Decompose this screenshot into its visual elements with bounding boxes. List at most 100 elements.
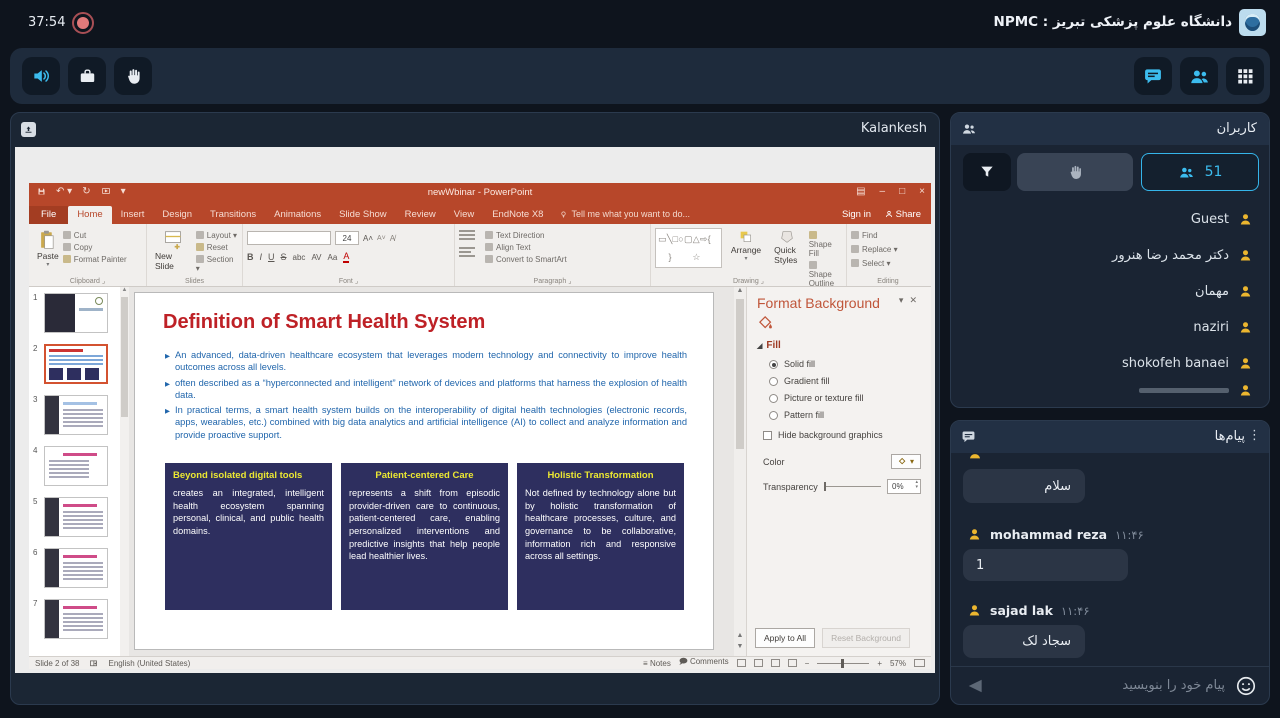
fill-section-header[interactable]: ◢Fill [757, 340, 921, 351]
slide-thumbnail-4[interactable]: 4 [33, 446, 127, 486]
slide-scrollbar[interactable]: ▲ ▲▼ [734, 287, 746, 656]
tab-endnote[interactable]: EndNote X8 [483, 206, 552, 224]
change-case-button[interactable]: Aa [328, 253, 338, 262]
list-buttons[interactable] [459, 230, 475, 240]
spellcheck-icon[interactable] [89, 659, 98, 668]
slide-thumbnail-7[interactable]: 7 [33, 599, 127, 639]
current-slide[interactable]: Definition of Smart Health System ▶An ad… [134, 292, 714, 650]
slide-thumbnail-6[interactable]: 6 [33, 548, 127, 588]
shape-fill-button[interactable]: Shape Fill [809, 231, 842, 258]
slide-thumbnail-1[interactable]: 1 [33, 293, 127, 333]
quick-styles-button[interactable]: Quick Styles [770, 228, 804, 266]
thumbnail-scrollbar[interactable]: ▲ [120, 287, 129, 656]
slide-thumbnail-3[interactable]: 3 [33, 395, 127, 435]
reset-button[interactable]: Reset [196, 243, 238, 252]
prev-next-slide-buttons[interactable]: ▲▼ [734, 631, 746, 652]
user-row[interactable]: naziri [951, 309, 1269, 345]
pattern-fill-option[interactable]: Pattern fill [769, 410, 921, 420]
find-button[interactable]: Find [851, 231, 925, 240]
chat-toggle-button[interactable] [1134, 57, 1172, 95]
message-input[interactable] [985, 678, 1235, 693]
color-picker-button[interactable]: ▾ [891, 454, 921, 469]
close-icon[interactable]: × [919, 186, 925, 197]
record-indicator[interactable] [72, 12, 94, 34]
user-row[interactable]: دکتر محمد رضا هنرور [951, 237, 1269, 273]
tab-design[interactable]: Design [153, 206, 201, 224]
users-toggle-button[interactable] [1180, 57, 1218, 95]
font-name-box[interactable] [247, 231, 331, 245]
scroll-thumb[interactable] [121, 297, 128, 417]
tab-file[interactable]: File [29, 206, 68, 224]
slide-sorter-icon[interactable] [754, 659, 763, 667]
format-painter-button[interactable]: Format Painter [63, 255, 127, 264]
solid-fill-option[interactable]: Solid fill [769, 359, 921, 369]
tab-slideshow[interactable]: Slide Show [330, 206, 396, 224]
font-size-box[interactable]: 24 [335, 231, 359, 245]
copy-button[interactable]: Copy [63, 243, 127, 252]
smartart-button[interactable]: Convert to SmartArt [485, 255, 567, 264]
files-button[interactable] [68, 57, 106, 95]
raise-hand-button[interactable] [114, 57, 152, 95]
zoom-out-icon[interactable]: − [805, 659, 810, 668]
language-indicator[interactable]: English (United States) [108, 659, 190, 668]
cut-button[interactable]: Cut [63, 231, 127, 240]
maximize-icon[interactable]: □ [899, 186, 905, 197]
user-row[interactable]: shokofeh banaei [951, 345, 1269, 381]
transparency-spinbox[interactable]: 0%▴▾ [887, 479, 921, 494]
comments-button[interactable]: 🗩 Comments [679, 656, 729, 670]
paragraph-dialog-launcher[interactable]: ⌟ [568, 278, 571, 285]
share-button[interactable]: Share [885, 209, 921, 220]
tab-review[interactable]: Review [396, 206, 445, 224]
minimize-icon[interactable]: – [880, 186, 886, 197]
slideshow-view-icon[interactable] [788, 659, 797, 667]
replace-button[interactable]: Replace ▾ [851, 245, 925, 254]
tab-animations[interactable]: Animations [265, 206, 330, 224]
clear-formatting-icon[interactable]: A̸ [390, 234, 395, 243]
apply-to-all-button[interactable]: Apply to All [755, 628, 815, 648]
ribbon-options-icon[interactable]: ▤ [856, 186, 865, 197]
text-shadow-button[interactable]: abc [293, 253, 306, 262]
pane-dropdown-icon[interactable]: ▾ [899, 295, 910, 305]
audio-button[interactable] [22, 57, 60, 95]
sign-in-link[interactable]: Sign in [842, 209, 871, 220]
shrink-font-icon[interactable]: A˅ [377, 235, 386, 242]
grow-font-icon[interactable]: A˄ [363, 234, 373, 243]
font-dialog-launcher[interactable]: ⌟ [355, 278, 358, 285]
scroll-thumb[interactable] [736, 299, 744, 449]
gradient-fill-option[interactable]: Gradient fill [769, 376, 921, 386]
italic-button[interactable]: I [260, 252, 263, 262]
align-buttons[interactable] [459, 247, 475, 257]
arrange-button[interactable]: Arrange▾ [727, 228, 765, 263]
user-row[interactable]: Guest [951, 201, 1269, 237]
paste-button[interactable]: Paste▾ [33, 228, 63, 269]
tell-me-box[interactable]: Tell me what you want to do... [552, 209, 698, 224]
layout-button[interactable]: Layout ▾ [196, 231, 238, 240]
zoom-in-icon[interactable]: + [877, 659, 882, 668]
align-text-button[interactable]: Align Text [485, 243, 567, 252]
normal-view-icon[interactable] [737, 659, 746, 667]
spinner-arrows-icon[interactable]: ▴▾ [915, 480, 918, 489]
section-button[interactable]: Section ▾ [196, 255, 238, 273]
zoom-level[interactable]: 57% [890, 659, 906, 668]
reset-background-button[interactable]: Reset Background [822, 628, 910, 648]
new-slide-button[interactable]: New Slide [151, 228, 196, 273]
notes-button[interactable]: ≡ Notes [643, 659, 671, 668]
text-direction-button[interactable]: Text Direction [485, 231, 567, 240]
tab-view[interactable]: View [445, 206, 483, 224]
fit-slide-icon[interactable] [914, 659, 925, 667]
send-icon[interactable] [965, 676, 985, 696]
font-color-button[interactable]: A [343, 251, 349, 263]
hide-bg-graphics-checkbox[interactable]: Hide background graphics [763, 430, 921, 440]
strikethrough-button[interactable]: S [281, 252, 287, 262]
user-row-partial[interactable] [951, 381, 1269, 408]
filter-users-button[interactable] [963, 153, 1011, 191]
slide-thumbnail-2-selected[interactable]: 2 [33, 344, 127, 384]
transparency-slider[interactable] [824, 486, 881, 487]
pane-close-icon[interactable]: ✕ [909, 295, 923, 305]
screen-share-icon[interactable] [21, 122, 36, 137]
shapes-gallery[interactable]: ▭╲□○▢△⇨{}☆ [655, 228, 722, 268]
emoji-icon[interactable] [1235, 675, 1257, 697]
paint-bucket-icon[interactable] [757, 315, 921, 330]
tab-transitions[interactable]: Transitions [201, 206, 265, 224]
bold-button[interactable]: B [247, 252, 254, 262]
